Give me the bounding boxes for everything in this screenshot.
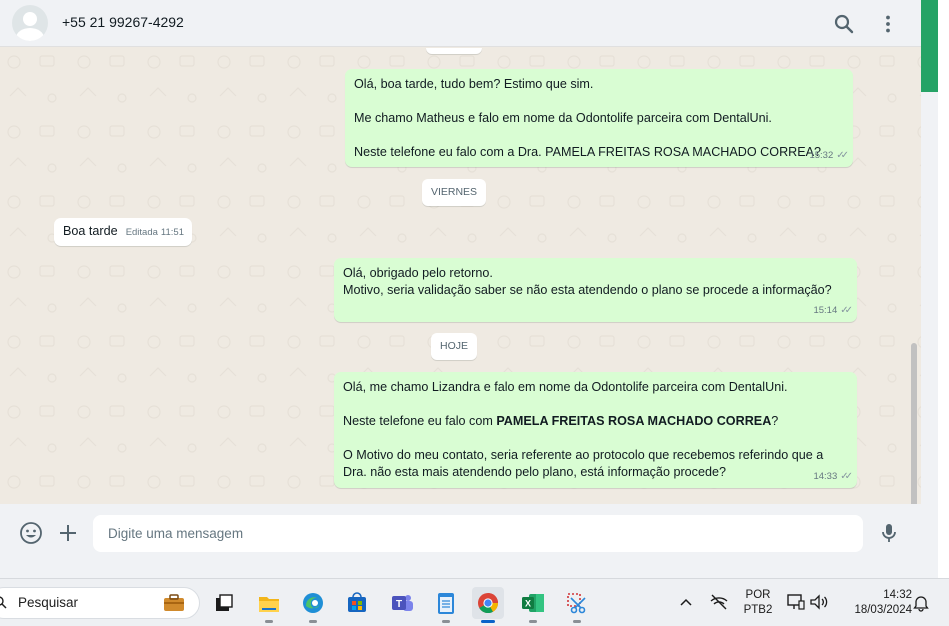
message-text: Me chamo Matheus e falo em nome da Odont… bbox=[354, 111, 772, 125]
store-icon[interactable] bbox=[341, 587, 373, 619]
clock-time: 14:32 bbox=[883, 589, 912, 601]
excel-icon[interactable]: X bbox=[517, 587, 549, 623]
message-input[interactable] bbox=[93, 515, 863, 552]
date-chip: HOJE bbox=[431, 333, 477, 360]
double-check-icon: ✓✓ bbox=[840, 471, 853, 482]
widgets-icon[interactable] bbox=[152, 589, 196, 617]
plus-icon[interactable] bbox=[56, 521, 80, 545]
message-time: 14:33 bbox=[813, 471, 838, 482]
mic-icon[interactable] bbox=[877, 521, 901, 545]
date-chip: VIERNES bbox=[422, 179, 486, 206]
message-meta: Editada 11:51 bbox=[126, 224, 184, 241]
double-check-icon: ✓✓ bbox=[840, 305, 853, 316]
menu-icon[interactable] bbox=[876, 12, 900, 36]
notification-bell-icon[interactable] bbox=[913, 594, 929, 612]
accent-strip bbox=[921, 0, 938, 92]
edge-icon[interactable] bbox=[297, 587, 329, 623]
message-text-bold: PAMELA FREITAS ROSA MACHADO CORREA bbox=[496, 414, 772, 428]
language-code: POR bbox=[745, 589, 771, 601]
message-time: 15:14 bbox=[813, 305, 838, 316]
edited-label: Editada bbox=[125, 227, 158, 238]
composer bbox=[0, 504, 921, 562]
snipping-tool-icon[interactable] bbox=[561, 587, 593, 623]
language-indicator[interactable]: POR PTB2 bbox=[740, 588, 776, 618]
message-list[interactable]: Olá, boa tarde, tudo bem? Estimo que sim… bbox=[0, 48, 921, 504]
message-text: Neste telefone eu falo com a Dra. PAMELA… bbox=[354, 145, 822, 159]
taskbar: Pesquisar T X POR PTB2 14:32 18/03/2024 bbox=[0, 578, 949, 626]
emoji-icon[interactable] bbox=[19, 521, 43, 545]
clock-date: 18/03/2024 bbox=[854, 604, 912, 616]
message-meta: 15:14 ✓✓ bbox=[813, 302, 853, 319]
taskbar-search-icon[interactable] bbox=[0, 596, 8, 610]
message-bubble-outgoing[interactable]: Olá, boa tarde, tudo bem? Estimo que sim… bbox=[345, 69, 853, 167]
svg-text:X: X bbox=[525, 599, 531, 609]
running-indicator bbox=[573, 620, 581, 623]
message-meta: 15:32 ✓✓ bbox=[809, 147, 849, 164]
contact-name[interactable]: +55 21 99267-4292 bbox=[62, 14, 184, 30]
clock[interactable]: 14:32 18/03/2024 bbox=[838, 588, 912, 618]
message-text: Boa tarde bbox=[63, 224, 118, 238]
window-edge bbox=[921, 0, 949, 578]
search-icon[interactable] bbox=[832, 12, 856, 36]
running-indicator-active bbox=[481, 620, 495, 623]
message-bubble-incoming[interactable]: Boa tarde Editada 11:51 bbox=[54, 218, 192, 246]
network-offline-icon[interactable] bbox=[709, 593, 729, 611]
task-view-icon[interactable] bbox=[208, 587, 240, 619]
message-text: Olá, obrigado pelo retorno. bbox=[343, 266, 493, 280]
message-text: Motivo, seria validação saber se não est… bbox=[343, 283, 832, 297]
message-text: Olá, boa tarde, tudo bem? Estimo que sim… bbox=[354, 77, 594, 91]
chat-header[interactable]: +55 21 99267-4292 bbox=[0, 0, 921, 47]
message-text: O Motivo do meu contato, seria referente… bbox=[343, 447, 848, 481]
file-explorer-icon[interactable] bbox=[253, 587, 285, 623]
chrome-icon[interactable] bbox=[472, 587, 504, 623]
message-text-line: Dra. não esta mais atendendo pelo plano,… bbox=[343, 465, 726, 479]
volume-icon[interactable] bbox=[809, 593, 829, 611]
avatar-icon[interactable] bbox=[12, 5, 48, 41]
svg-text:T: T bbox=[396, 599, 402, 610]
running-indicator bbox=[265, 620, 273, 623]
edge-strip bbox=[938, 0, 949, 578]
window-bottom bbox=[0, 562, 921, 578]
scrollbar-thumb[interactable] bbox=[911, 343, 917, 504]
running-indicator bbox=[442, 620, 450, 623]
message-text-prefix: Neste telefone eu falo com bbox=[343, 414, 497, 428]
keyboard-layout: PTB2 bbox=[743, 604, 773, 616]
message-time: 15:32 bbox=[809, 150, 834, 161]
message-meta: 14:33 ✓✓ bbox=[813, 468, 853, 485]
chevron-up-icon[interactable] bbox=[680, 597, 692, 607]
message-text-line: O Motivo do meu contato, seria referente… bbox=[343, 448, 824, 462]
message-bubble-outgoing[interactable]: Olá, me chamo Lizandra e falo em nome da… bbox=[334, 372, 857, 488]
running-indicator bbox=[529, 620, 537, 623]
notepad-icon[interactable] bbox=[430, 587, 462, 623]
date-chip-hidden bbox=[426, 48, 482, 54]
display-icon[interactable] bbox=[786, 593, 806, 611]
message-bubble-outgoing[interactable]: Olá, obrigado pelo retorno. Motivo, seri… bbox=[334, 258, 857, 322]
message-text: Olá, me chamo Lizandra e falo em nome da… bbox=[343, 380, 788, 394]
taskbar-search-label[interactable]: Pesquisar bbox=[18, 595, 78, 610]
running-indicator bbox=[309, 620, 317, 623]
message-text: Neste telefone eu falo com PAMELA FREITA… bbox=[343, 413, 848, 430]
teams-icon[interactable]: T bbox=[386, 587, 418, 619]
double-check-icon: ✓✓ bbox=[836, 150, 849, 161]
message-time: 11:51 bbox=[160, 227, 184, 238]
message-text-suffix: ? bbox=[771, 414, 779, 428]
